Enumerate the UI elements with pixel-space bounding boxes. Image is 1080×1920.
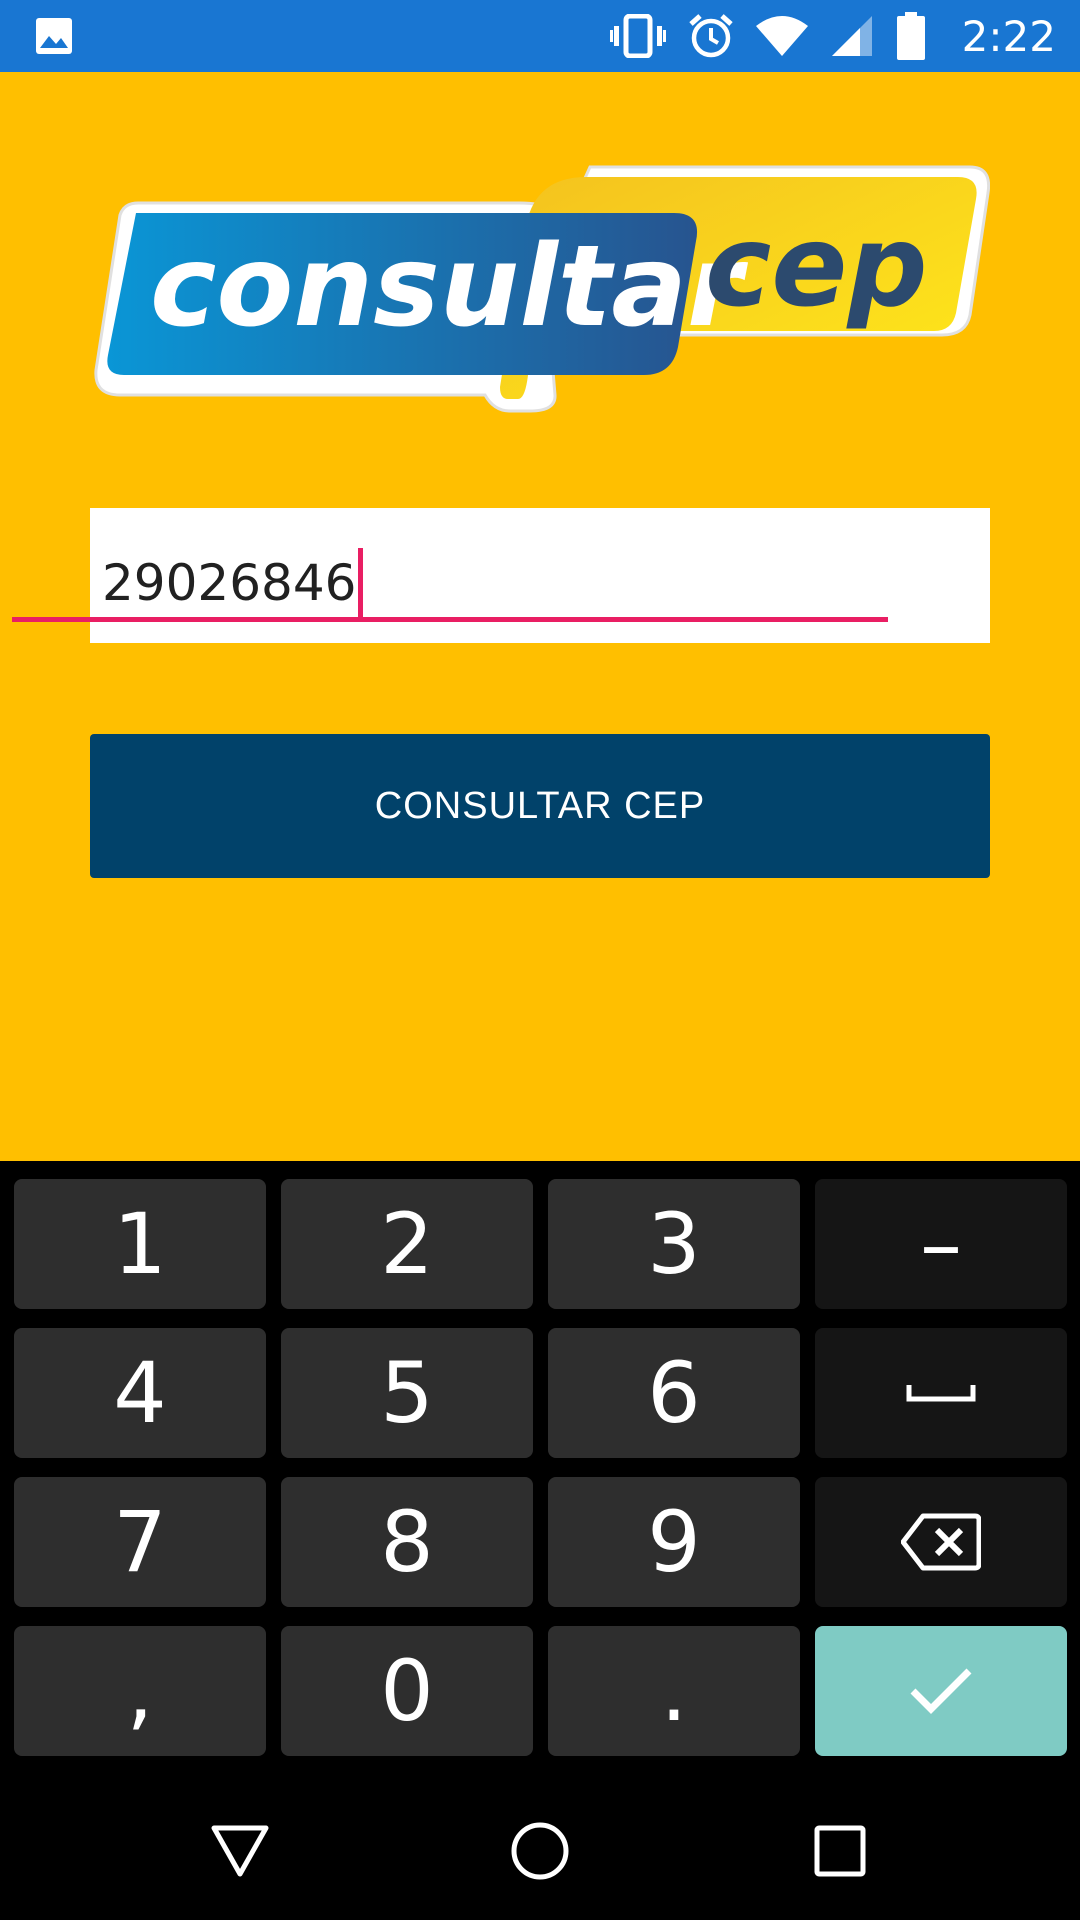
key-space[interactable] <box>815 1328 1067 1458</box>
key-8[interactable]: 8 <box>281 1477 533 1607</box>
key-3[interactable]: 3 <box>548 1179 800 1309</box>
status-bar: 2:22 <box>0 0 1080 72</box>
home-icon <box>511 1822 569 1879</box>
key-comma[interactable]: , <box>14 1626 266 1756</box>
key-9[interactable]: 9 <box>548 1477 800 1607</box>
numeric-keyboard: 1 2 3 – 4 5 6 7 8 9 , 0 . <box>0 1161 1080 1781</box>
key-1[interactable]: 1 <box>14 1179 266 1309</box>
key-7[interactable]: 7 <box>14 1477 266 1607</box>
cell-signal-icon <box>831 16 872 56</box>
battery-icon <box>896 12 925 60</box>
nav-back-button[interactable] <box>150 1781 330 1920</box>
navigation-bar <box>0 1781 1080 1920</box>
consultar-cep-logo: consultar cep <box>94 165 990 413</box>
consultar-cep-button[interactable]: CONSULTAR CEP <box>90 734 990 878</box>
recents-icon <box>814 1825 866 1876</box>
status-clock: 2:22 <box>961 11 1056 61</box>
back-icon <box>211 1825 269 1876</box>
key-2[interactable]: 2 <box>281 1179 533 1309</box>
key-0[interactable]: 0 <box>281 1626 533 1756</box>
key-period[interactable]: . <box>548 1626 800 1756</box>
key-done[interactable] <box>815 1626 1067 1756</box>
space-icon <box>906 1385 976 1402</box>
cep-input-container[interactable]: 29026846 <box>90 508 990 643</box>
backspace-icon <box>901 1513 981 1571</box>
cep-input-text[interactable]: 29026846 <box>102 548 363 618</box>
vibrate-icon <box>609 14 666 58</box>
logo-text-cep: cep <box>705 202 928 332</box>
checkmark-icon <box>910 1668 972 1714</box>
logo-text-consultar: consultar <box>150 222 749 352</box>
key-dash[interactable]: – <box>815 1179 1067 1309</box>
text-cursor <box>357 548 363 618</box>
key-5[interactable]: 5 <box>281 1328 533 1458</box>
nav-home-button[interactable] <box>450 1781 630 1920</box>
nav-recents-button[interactable] <box>750 1781 930 1920</box>
gallery-notification-icon <box>36 18 72 54</box>
wifi-icon <box>755 16 808 56</box>
key-backspace[interactable] <box>815 1477 1067 1607</box>
cep-input-underline <box>12 617 888 622</box>
key-6[interactable]: 6 <box>548 1328 800 1458</box>
cep-value: 29026846 <box>102 554 357 612</box>
key-4[interactable]: 4 <box>14 1328 266 1458</box>
alarm-icon <box>689 14 733 58</box>
